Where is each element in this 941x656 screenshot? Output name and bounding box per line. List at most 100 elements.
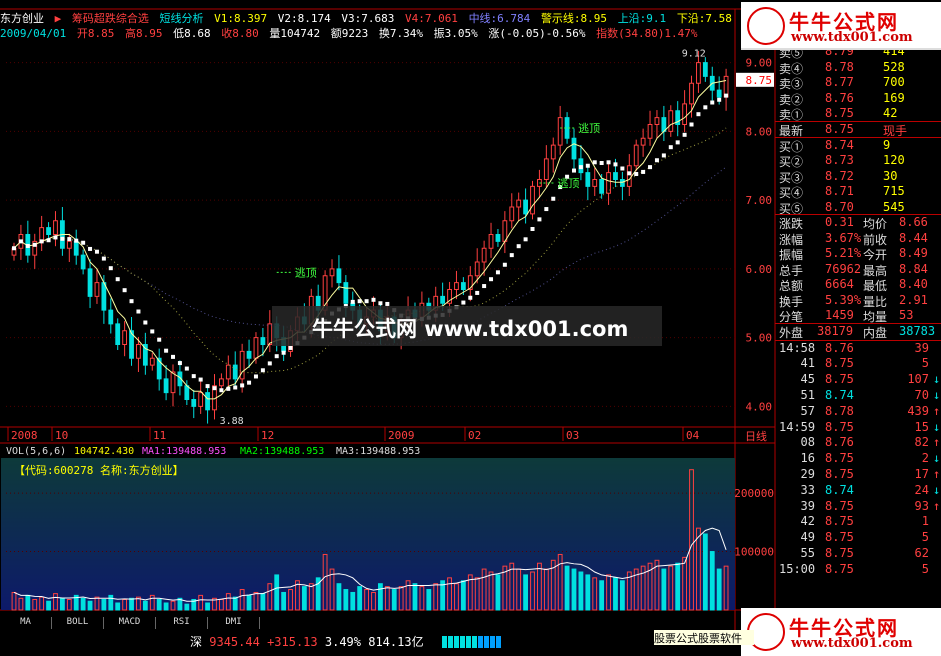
volume-vol: VOL(5,6,6) [6,446,66,457]
tab-boll[interactable]: BOLL [52,617,104,629]
stat-l2: 最低 [863,279,888,293]
candle-up [253,337,259,359]
volume-bar-down [205,602,210,611]
support-dot [606,160,611,165]
stat-l1: 振幅 [779,248,804,262]
candle-up [530,185,535,215]
status-bar-block [496,636,501,648]
quote-row: 最新 8.75 现手 [779,122,941,138]
support-dot [523,237,528,242]
candle-down [184,385,190,400]
stat-row: 涨跌 0.31 均价 8.66 [779,215,941,231]
support-dot [689,122,694,127]
support-dot [101,256,106,261]
tab-ma[interactable]: MA [0,617,52,629]
quote-label: 买① [779,139,804,154]
candle-down [260,337,266,345]
volume-bar-down [702,533,708,611]
tab-macd[interactable]: MACD [104,617,156,629]
index-pct: 3.49% [324,635,361,649]
candle-up [557,117,563,146]
stat-l2: 量比 [863,294,888,309]
high-value: 高8.95 [124,27,163,40]
volume-background [1,458,735,610]
cow-logo-icon [747,7,785,45]
support-dot [648,165,653,170]
volume-value: 量104742 [269,27,321,40]
tick-row: 29 8.75 17 ↑ [779,467,941,482]
quote-price: 8.78 [825,59,854,74]
candle-down [115,323,121,345]
support-dot [357,299,362,304]
candle-up [509,206,515,222]
volume-bar-down [301,586,307,611]
support-dot [475,290,480,295]
support-dot [495,270,500,275]
volume-ma3: MA3:139488.953 [336,446,420,457]
tick-row: 16 8.75 2 ↓ [779,451,941,466]
volume-bar-down [274,574,280,611]
tick-v: 17 [914,466,929,481]
support-dot [544,207,549,212]
support-dot [129,299,134,304]
indicator-name[interactable]: 筹码超跌综合选 [72,12,149,25]
support-dot [81,240,86,245]
stock-name[interactable]: 东方创业 [0,12,44,25]
candle-down [101,282,107,311]
volume-bar-down [412,583,418,611]
candle-down [599,179,605,194]
candle-up [502,220,508,242]
stat-l1: 涨幅 [779,232,804,247]
status-bar-block [484,636,489,648]
support-dot [157,337,162,342]
quote-label: 买② [779,155,804,169]
stat-row: 总手 76962 最高 8.84 [779,262,941,278]
candle-down [585,172,591,187]
tab-dmi[interactable]: DMI [208,617,260,629]
volume-bar-down [156,598,162,611]
volume-ma1: MA1:139488.953 [142,446,226,457]
price-tick-label: 5.00 [746,332,773,345]
candle-down [336,268,342,284]
quote-price: 8.73 [825,153,854,167]
support-dot [198,377,203,382]
tick-row: 51 8.74 70 ↓ [779,388,941,403]
support-dot [613,162,618,167]
tick-v: 1 [921,514,929,529]
tick-row: 15:00 8.75 5 [779,562,941,577]
tick-d: ↓ [933,451,941,466]
support-dot [571,168,576,173]
quote-row: 买① 8.74 9 [779,137,941,154]
volume-bar-down [80,597,86,611]
stat-l2: 最高 [863,263,888,278]
tick-row: 42 8.75 1 [779,514,941,529]
volume-ma2: MA2:139488.953 [240,446,324,457]
volume-bar-down [523,574,528,611]
candle-up [39,227,45,242]
tick-t: 14:58 [779,340,816,355]
tick-row: 45 8.75 107 ↓ [779,372,941,387]
support-dot [219,388,224,393]
candle-up [329,268,335,277]
quote-price: 8.70 [825,199,854,214]
candle-up [550,144,556,160]
candle-down [191,399,197,407]
status-bar-block [472,636,477,648]
quote-volume: 9 [883,137,891,152]
tick-t: 45 [800,372,815,387]
tick-d: ↑ [933,403,941,418]
support-dot [177,361,182,366]
support-dot [226,386,231,391]
stat-v2: 8.49 [899,246,928,260]
candle-up [488,234,494,249]
index-change: +315.13 [267,635,318,649]
volume-bar-down [378,583,383,611]
support-dot [371,297,376,302]
watermark-text: 牛牛公式网 www.tdx001.com [312,317,629,341]
tab-rsi[interactable]: RSI [156,617,208,629]
stat-l1: 总手 [779,263,804,278]
support-dot [537,217,542,222]
support-dot [675,140,680,145]
software-ad[interactable]: 股票公式股票软件 [654,630,754,645]
index-value: 9345.44 [209,635,260,649]
